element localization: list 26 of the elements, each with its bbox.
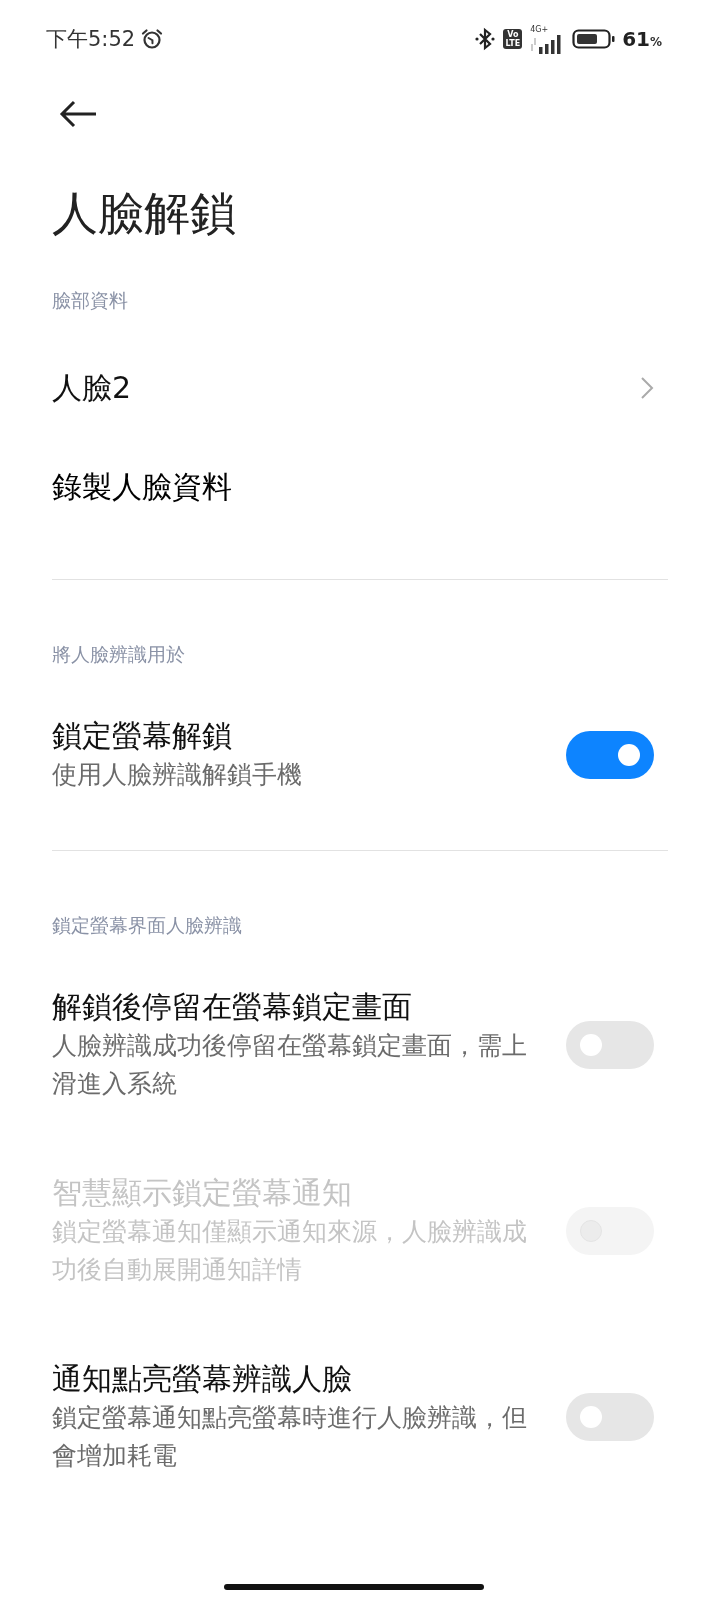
setting-description: 使用人臉辨識解鎖手機 (52, 759, 303, 791)
alarm-clock-icon (141, 28, 164, 50)
setting-title: 鎖定螢幕解鎖 (52, 717, 233, 755)
status-time: 下午5:52 (46, 26, 136, 53)
toggle-switch[interactable] (566, 731, 654, 779)
chevron-right-icon (640, 376, 654, 400)
section-header: 臉部資料 (52, 288, 129, 313)
battery-percent: 61 (622, 27, 650, 51)
battery-icon (572, 28, 617, 50)
settings-item[interactable]: 錄製人臉資料 (52, 467, 232, 523)
setting-title: 通知點亮螢幕辨識人臉 (52, 1360, 353, 1398)
percent-sign: % (649, 35, 662, 49)
toggle-switch[interactable] (566, 1393, 654, 1441)
volte-badge: Vo LTE (503, 29, 523, 49)
network-type: 4G+ (530, 24, 549, 34)
setting-description: 鎖定螢幕通知僅顯示通知來源，人臉辨識成功後自動展開通知詳情 (52, 1216, 528, 1286)
toggle-switch[interactable] (566, 1021, 654, 1069)
setting-description: 鎖定螢幕通知點亮螢幕時進行人臉辨識，但會增加耗電 (52, 1402, 528, 1472)
bluetooth-icon (475, 27, 496, 51)
settings-item[interactable]: 人臉2 (52, 360, 654, 416)
section-header: 鎖定螢幕界面人臉辨識 (52, 913, 243, 938)
setting-description: 人臉辨識成功後停留在螢幕鎖定畫面，需上滑進入系統 (52, 1030, 528, 1100)
setting-title: 解鎖後停留在螢幕鎖定畫面 (52, 988, 413, 1026)
setting-title: 智慧顯示鎖定螢幕通知 (52, 1174, 353, 1212)
section-header: 將人臉辨識用於 (52, 642, 186, 667)
page-title: 人臉解鎖 (52, 185, 237, 242)
